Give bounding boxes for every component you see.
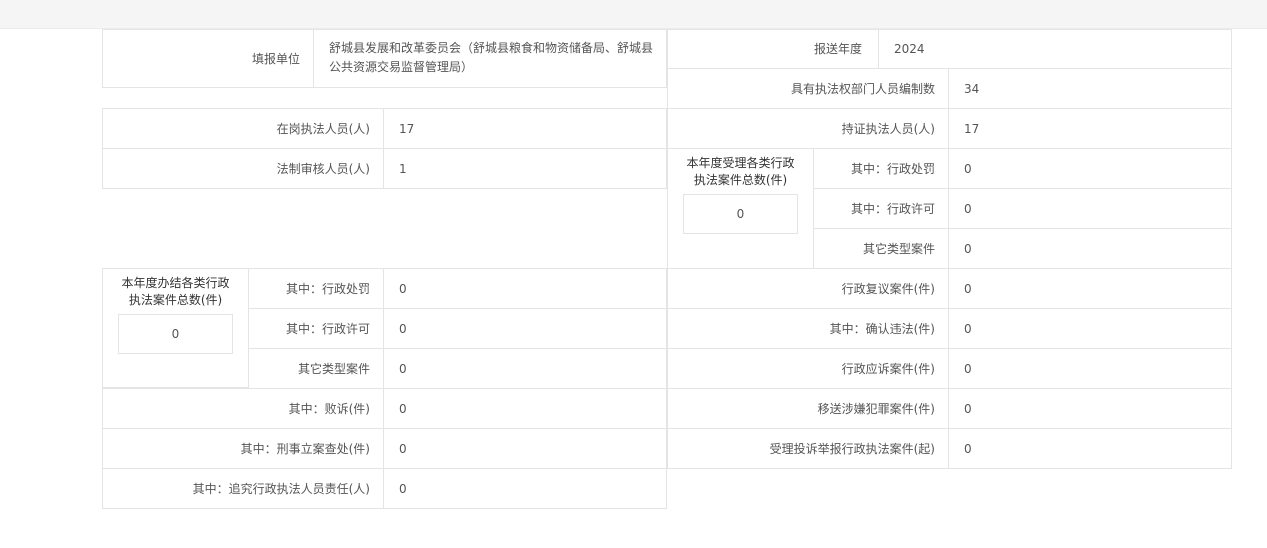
litigation-value: 0 bbox=[948, 348, 1232, 389]
onduty-value: 17 bbox=[383, 108, 667, 149]
concluded-license-value: 0 bbox=[383, 308, 667, 349]
complaint-label: 受理投诉举报行政执法案件(起) bbox=[667, 428, 949, 469]
unit-label: 填报单位 bbox=[102, 29, 314, 88]
accepted-license-value: 0 bbox=[948, 188, 1232, 229]
concluded-other-value: 0 bbox=[383, 348, 667, 389]
concluded-cases-total-cell: 本年度办结各类行政执法案件总数(件) 0 bbox=[102, 268, 249, 388]
criminal-label: 其中：刑事立案查处(件) bbox=[102, 428, 384, 469]
legal-review-value: 1 bbox=[383, 148, 667, 189]
concluded-license-label: 其中：行政许可 bbox=[248, 308, 384, 349]
year-value: 2024 bbox=[878, 29, 1232, 69]
concluded-cases-title: 本年度办结各类行政执法案件总数(件) bbox=[121, 276, 230, 307]
lost-value: 0 bbox=[383, 388, 667, 429]
onduty-label: 在岗执法人员(人) bbox=[102, 108, 384, 149]
staffing-value: 34 bbox=[948, 68, 1232, 109]
accepted-penalty-label: 其中：行政处罚 bbox=[813, 148, 949, 189]
accepted-cases-total-cell: 本年度受理各类行政执法案件总数(件) 0 bbox=[667, 148, 814, 269]
lost-label: 其中：败诉(件) bbox=[102, 388, 384, 429]
complaint-value: 0 bbox=[948, 428, 1232, 469]
unit-value: 舒城县发展和改革委员会（舒城县粮食和物资储备局、舒城县公共资源交易监督管理局） bbox=[313, 29, 667, 88]
certified-label: 持证执法人员(人) bbox=[667, 108, 949, 149]
criminal-value: 0 bbox=[383, 428, 667, 469]
certified-value: 17 bbox=[948, 108, 1232, 149]
accountability-label: 其中：追究行政执法人员责任(人) bbox=[102, 468, 384, 509]
staffing-label: 具有执法权部门人员编制数 bbox=[667, 68, 949, 109]
accountability-value: 0 bbox=[383, 468, 667, 509]
top-bar bbox=[0, 0, 1267, 29]
concluded-other-label: 其它类型案件 bbox=[248, 348, 384, 389]
accepted-license-label: 其中：行政许可 bbox=[813, 188, 949, 229]
concluded-cases-total: 0 bbox=[118, 314, 233, 354]
transfer-label: 移送涉嫌犯罪案件(件) bbox=[667, 388, 949, 429]
reconsider-label: 行政复议案件(件) bbox=[667, 268, 949, 309]
accepted-other-label: 其它类型案件 bbox=[813, 228, 949, 269]
transfer-value: 0 bbox=[948, 388, 1232, 429]
reconsider-value: 0 bbox=[948, 268, 1232, 309]
accepted-other-value: 0 bbox=[948, 228, 1232, 269]
year-label: 报送年度 bbox=[667, 29, 879, 69]
accepted-cases-title: 本年度受理各类行政执法案件总数(件) bbox=[686, 156, 795, 187]
litigation-label: 行政应诉案件(件) bbox=[667, 348, 949, 389]
concluded-penalty-value: 0 bbox=[383, 268, 667, 309]
legal-review-label: 法制审核人员(人) bbox=[102, 148, 384, 189]
concluded-penalty-label: 其中：行政处罚 bbox=[248, 268, 384, 309]
accepted-cases-total: 0 bbox=[683, 194, 798, 234]
confirm-illegal-value: 0 bbox=[948, 308, 1232, 349]
accepted-penalty-value: 0 bbox=[948, 148, 1232, 189]
confirm-illegal-label: 其中：确认违法(件) bbox=[667, 308, 949, 349]
